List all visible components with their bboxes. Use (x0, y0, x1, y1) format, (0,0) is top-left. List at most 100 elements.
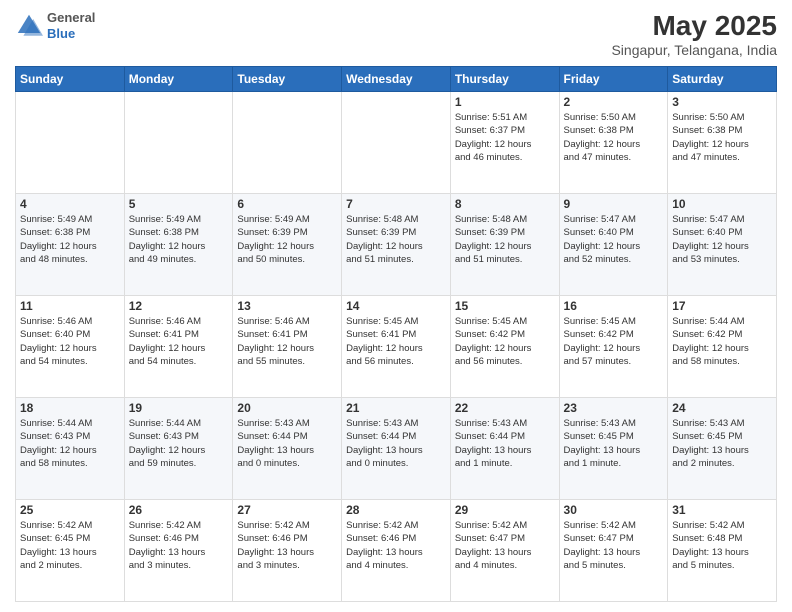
day-number: 6 (237, 197, 337, 211)
day-number: 20 (237, 401, 337, 415)
day-number: 4 (20, 197, 120, 211)
day-number: 12 (129, 299, 229, 313)
day-info: Sunrise: 5:47 AM Sunset: 6:40 PM Dayligh… (564, 213, 664, 266)
day-number: 21 (346, 401, 446, 415)
logo: General Blue (15, 10, 95, 41)
day-number: 29 (455, 503, 555, 517)
day-info: Sunrise: 5:49 AM Sunset: 6:38 PM Dayligh… (129, 213, 229, 266)
calendar-header-wednesday: Wednesday (342, 67, 451, 92)
day-number: 17 (672, 299, 772, 313)
day-info: Sunrise: 5:46 AM Sunset: 6:40 PM Dayligh… (20, 315, 120, 368)
calendar-cell: 2 Sunrise: 5:50 AM Sunset: 6:38 PM Daylig… (559, 92, 668, 194)
day-info: Sunrise: 5:51 AM Sunset: 6:37 PM Dayligh… (455, 111, 555, 164)
calendar-header-thursday: Thursday (450, 67, 559, 92)
calendar-cell: 14 Sunrise: 5:45 AM Sunset: 6:41 PM Dayli… (342, 296, 451, 398)
calendar-cell: 25Sunrise: 5:42 AM Sunset: 6:45 PM Dayli… (16, 500, 125, 602)
day-info: Sunrise: 5:42 AM Sunset: 6:46 PM Dayligh… (237, 519, 337, 572)
day-number: 5 (129, 197, 229, 211)
day-info: Sunrise: 5:46 AM Sunset: 6:41 PM Dayligh… (237, 315, 337, 368)
day-info: Sunrise: 5:42 AM Sunset: 6:48 PM Dayligh… (672, 519, 772, 572)
day-number: 16 (564, 299, 664, 313)
calendar-cell (342, 92, 451, 194)
calendar-cell: 8Sunrise: 5:48 AM Sunset: 6:39 PM Daylig… (450, 194, 559, 296)
day-info: Sunrise: 5:43 AM Sunset: 6:44 PM Dayligh… (346, 417, 446, 470)
day-info: Sunrise: 5:43 AM Sunset: 6:45 PM Dayligh… (564, 417, 664, 470)
calendar-cell: 6Sunrise: 5:49 AM Sunset: 6:39 PM Daylig… (233, 194, 342, 296)
calendar-cell: 21 Sunrise: 5:43 AM Sunset: 6:44 PM Dayli… (342, 398, 451, 500)
day-info: Sunrise: 5:46 AM Sunset: 6:41 PM Dayligh… (129, 315, 229, 368)
day-number: 22 (455, 401, 555, 415)
calendar-header-saturday: Saturday (668, 67, 777, 92)
day-number: 26 (129, 503, 229, 517)
calendar-cell: 17 Sunrise: 5:44 AM Sunset: 6:42 PM Dayli… (668, 296, 777, 398)
calendar-cell: 4Sunrise: 5:49 AM Sunset: 6:38 PM Daylig… (16, 194, 125, 296)
calendar-week-5: 25Sunrise: 5:42 AM Sunset: 6:45 PM Dayli… (16, 500, 777, 602)
day-info: Sunrise: 5:44 AM Sunset: 6:43 PM Dayligh… (20, 417, 120, 470)
calendar-cell: 10Sunrise: 5:47 AM Sunset: 6:40 PM Dayli… (668, 194, 777, 296)
day-info: Sunrise: 5:42 AM Sunset: 6:46 PM Dayligh… (129, 519, 229, 572)
calendar-cell: 22 Sunrise: 5:43 AM Sunset: 6:44 PM Dayli… (450, 398, 559, 500)
calendar-cell: 27 Sunrise: 5:42 AM Sunset: 6:46 PM Dayli… (233, 500, 342, 602)
day-number: 28 (346, 503, 446, 517)
calendar-cell: 13 Sunrise: 5:46 AM Sunset: 6:41 PM Dayli… (233, 296, 342, 398)
day-number: 11 (20, 299, 120, 313)
day-info: Sunrise: 5:43 AM Sunset: 6:45 PM Dayligh… (672, 417, 772, 470)
day-info: Sunrise: 5:43 AM Sunset: 6:44 PM Dayligh… (455, 417, 555, 470)
calendar-cell: 3 Sunrise: 5:50 AM Sunset: 6:38 PM Daylig… (668, 92, 777, 194)
day-number: 15 (455, 299, 555, 313)
calendar-cell (16, 92, 125, 194)
day-number: 1 (455, 95, 555, 109)
calendar-cell: 19Sunrise: 5:44 AM Sunset: 6:43 PM Dayli… (124, 398, 233, 500)
day-number: 9 (564, 197, 664, 211)
day-info: Sunrise: 5:50 AM Sunset: 6:38 PM Dayligh… (564, 111, 664, 164)
header: General Blue May 2025 Singapur, Telangan… (15, 10, 777, 58)
calendar-cell: 28 Sunrise: 5:42 AM Sunset: 6:46 PM Dayli… (342, 500, 451, 602)
calendar-cell: 24 Sunrise: 5:43 AM Sunset: 6:45 PM Dayli… (668, 398, 777, 500)
logo-general-text: General (47, 10, 95, 26)
calendar-week-1: 1 Sunrise: 5:51 AM Sunset: 6:37 PM Daylig… (16, 92, 777, 194)
day-number: 30 (564, 503, 664, 517)
day-info: Sunrise: 5:45 AM Sunset: 6:42 PM Dayligh… (455, 315, 555, 368)
calendar-cell: 26 Sunrise: 5:42 AM Sunset: 6:46 PM Dayli… (124, 500, 233, 602)
logo-icon (15, 12, 43, 40)
day-info: Sunrise: 5:42 AM Sunset: 6:45 PM Dayligh… (20, 519, 120, 572)
day-number: 3 (672, 95, 772, 109)
calendar-header-monday: Monday (124, 67, 233, 92)
calendar-cell: 30 Sunrise: 5:42 AM Sunset: 6:47 PM Dayli… (559, 500, 668, 602)
day-number: 7 (346, 197, 446, 211)
day-number: 13 (237, 299, 337, 313)
day-number: 14 (346, 299, 446, 313)
calendar-cell: 5 Sunrise: 5:49 AM Sunset: 6:38 PM Daylig… (124, 194, 233, 296)
calendar-cell: 11 Sunrise: 5:46 AM Sunset: 6:40 PM Dayli… (16, 296, 125, 398)
calendar-cell: 1 Sunrise: 5:51 AM Sunset: 6:37 PM Daylig… (450, 92, 559, 194)
calendar-header-row: SundayMondayTuesdayWednesdayThursdayFrid… (16, 67, 777, 92)
day-number: 27 (237, 503, 337, 517)
day-info: Sunrise: 5:50 AM Sunset: 6:38 PM Dayligh… (672, 111, 772, 164)
page: General Blue May 2025 Singapur, Telangan… (0, 0, 792, 612)
day-number: 31 (672, 503, 772, 517)
calendar-cell: 18 Sunrise: 5:44 AM Sunset: 6:43 PM Dayli… (16, 398, 125, 500)
calendar-cell: 9 Sunrise: 5:47 AM Sunset: 6:40 PM Daylig… (559, 194, 668, 296)
day-info: Sunrise: 5:42 AM Sunset: 6:47 PM Dayligh… (564, 519, 664, 572)
calendar-header-sunday: Sunday (16, 67, 125, 92)
calendar-cell: 15 Sunrise: 5:45 AM Sunset: 6:42 PM Dayli… (450, 296, 559, 398)
title-block: May 2025 Singapur, Telangana, India (611, 10, 777, 58)
day-number: 24 (672, 401, 772, 415)
logo-text: General Blue (47, 10, 95, 41)
day-number: 23 (564, 401, 664, 415)
calendar-cell (233, 92, 342, 194)
day-number: 18 (20, 401, 120, 415)
day-info: Sunrise: 5:48 AM Sunset: 6:39 PM Dayligh… (455, 213, 555, 266)
calendar-week-3: 11 Sunrise: 5:46 AM Sunset: 6:40 PM Dayli… (16, 296, 777, 398)
day-info: Sunrise: 5:47 AM Sunset: 6:40 PM Dayligh… (672, 213, 772, 266)
day-number: 2 (564, 95, 664, 109)
calendar-table: SundayMondayTuesdayWednesdayThursdayFrid… (15, 66, 777, 602)
day-info: Sunrise: 5:48 AM Sunset: 6:39 PM Dayligh… (346, 213, 446, 266)
day-number: 19 (129, 401, 229, 415)
calendar-week-4: 18 Sunrise: 5:44 AM Sunset: 6:43 PM Dayli… (16, 398, 777, 500)
day-info: Sunrise: 5:45 AM Sunset: 6:41 PM Dayligh… (346, 315, 446, 368)
day-info: Sunrise: 5:43 AM Sunset: 6:44 PM Dayligh… (237, 417, 337, 470)
calendar-week-2: 4 Sunrise: 5:49 AM Sunset: 6:38 PM Daylig… (16, 194, 777, 296)
day-info: Sunrise: 5:42 AM Sunset: 6:46 PM Dayligh… (346, 519, 446, 572)
day-info: Sunrise: 5:44 AM Sunset: 6:42 PM Dayligh… (672, 315, 772, 368)
